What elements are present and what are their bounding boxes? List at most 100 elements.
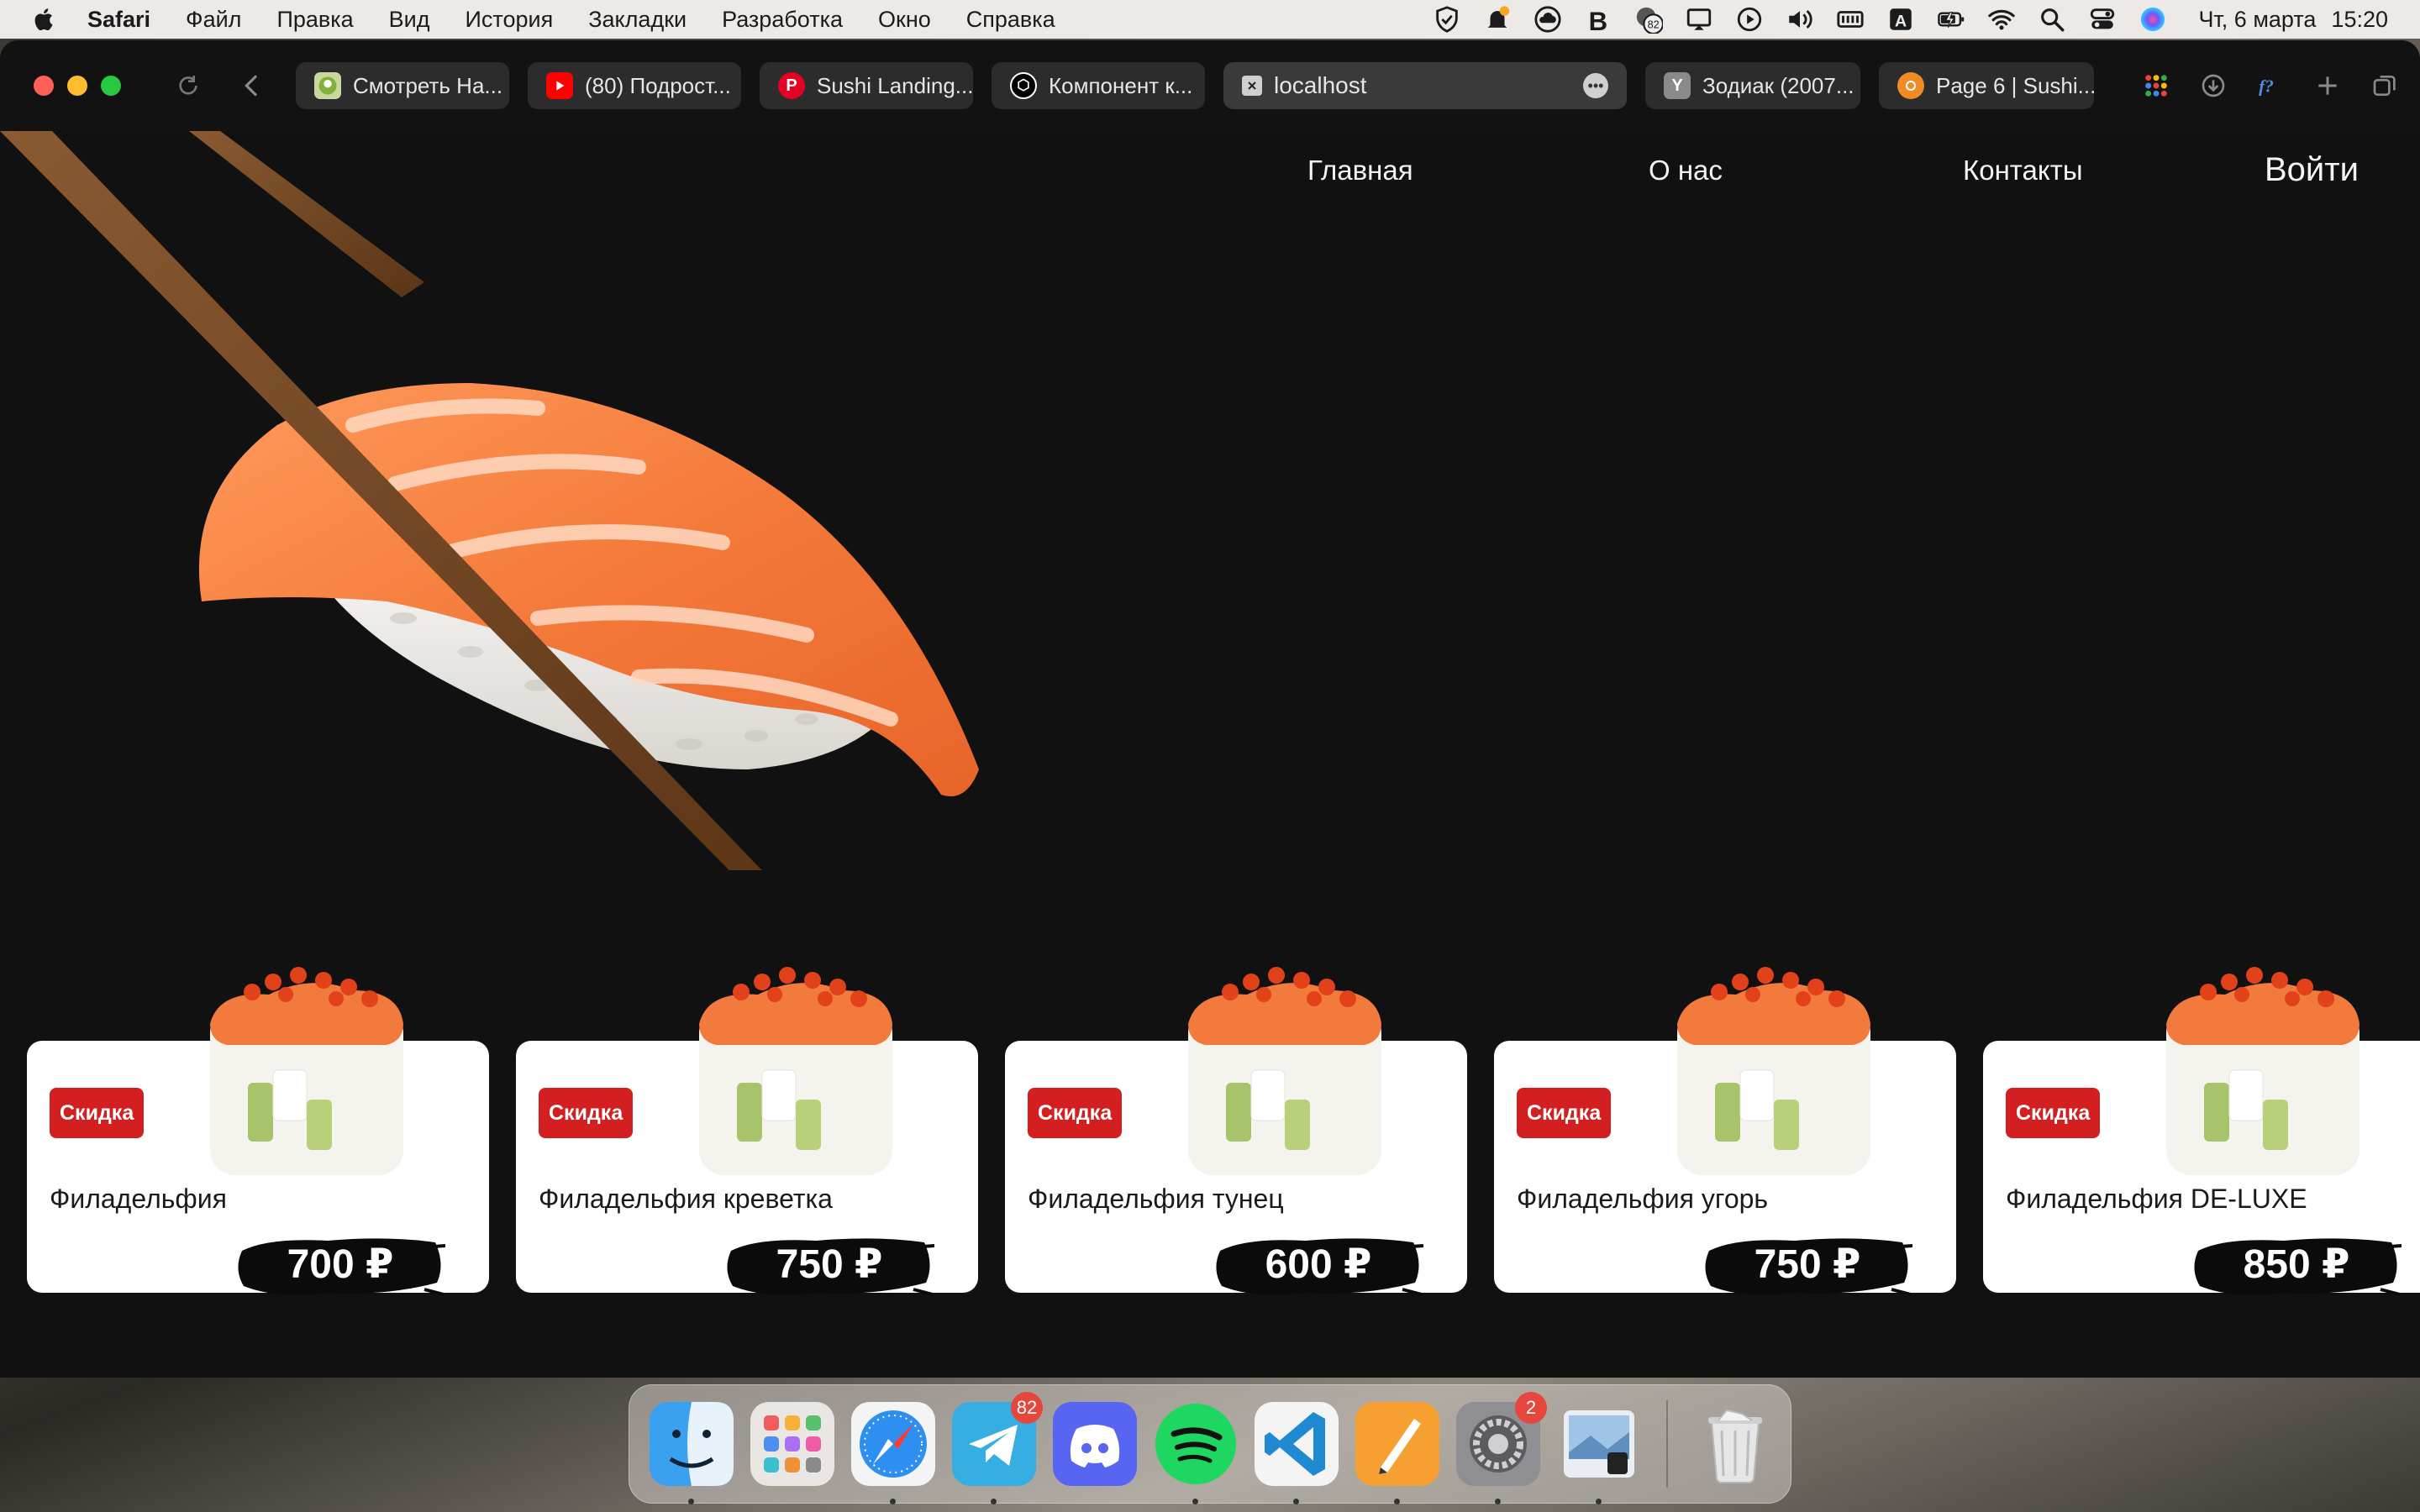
- back-button[interactable]: [235, 69, 269, 102]
- product-card[interactable]: Скидка Филадельфия тунец 600 ₽: [1005, 967, 1467, 1296]
- roll-image: [1677, 967, 1870, 1175]
- roll-image: [1188, 967, 1381, 1175]
- siri-icon[interactable]: [2138, 4, 2168, 34]
- menu-window[interactable]: Окно: [878, 7, 931, 33]
- notification-bell-icon[interactable]: [1482, 4, 1512, 34]
- vpn-shield-icon[interactable]: [1432, 4, 1462, 34]
- menu-app-safari[interactable]: Safari: [87, 7, 150, 33]
- battery-status-icon[interactable]: 82: [1634, 4, 1664, 34]
- menu-view[interactable]: Вид: [389, 7, 430, 33]
- svg-text:B: B: [1589, 7, 1608, 34]
- product-price: 850 ₽: [2243, 1242, 2350, 1287]
- tab-overview-icon[interactable]: [2368, 69, 2402, 102]
- running-indicator: [1596, 1499, 1602, 1504]
- menubar-clock[interactable]: Чт, 6 марта 15:20: [2198, 7, 2388, 33]
- price-tag: 750 ₽: [724, 1231, 934, 1306]
- tab-youtube[interactable]: (80) Подрост...: [528, 62, 741, 109]
- dock-safari-icon[interactable]: [851, 1402, 935, 1504]
- menu-edit[interactable]: Правка: [276, 7, 353, 33]
- product-card[interactable]: Скидка Филадельфия креветка 750 ₽: [516, 967, 978, 1296]
- nav-login-button[interactable]: Войти: [2265, 151, 2359, 189]
- dock-discord-icon[interactable]: [1053, 1402, 1137, 1486]
- tab-zodiak[interactable]: Y Зодиак (2007...: [1645, 62, 1860, 109]
- battery-charging-icon[interactable]: [1936, 4, 1966, 34]
- discount-badge: Скидка: [2006, 1088, 2101, 1138]
- window-zoom-button[interactable]: [101, 76, 121, 96]
- svg-text:f?: f?: [2259, 76, 2274, 96]
- discount-badge: Скидка: [50, 1088, 145, 1138]
- spotlight-search-icon[interactable]: [2037, 4, 2067, 34]
- apple-menu-icon[interactable]: [32, 7, 57, 32]
- nav-home-link[interactable]: Главная: [1307, 155, 1413, 186]
- page-menu-icon[interactable]: •••: [1583, 73, 1608, 98]
- running-indicator: [1394, 1499, 1400, 1504]
- product-title: Филадельфия тунец: [1028, 1184, 1284, 1214]
- dock-telegram-icon[interactable]: 82: [952, 1392, 1043, 1504]
- roll-image: [699, 967, 892, 1175]
- downloads-icon[interactable]: [2196, 69, 2230, 102]
- product-card[interactable]: Скидка Филадельфия DE-LUXE 850 ₽: [1983, 967, 2420, 1296]
- roll-image: [2166, 967, 2360, 1175]
- menu-bar: Safari Файл Правка Вид История Закладки …: [0, 0, 2420, 39]
- tab-sushi-landing[interactable]: P Sushi Landing...: [760, 62, 973, 109]
- extensions-grid-icon[interactable]: [2139, 69, 2173, 102]
- clock-time: 15:20: [2331, 6, 2388, 32]
- hero-nigiri-image: [0, 131, 979, 870]
- toolbar-right: f?: [2116, 40, 2402, 131]
- dock: 82 2: [629, 1384, 1791, 1504]
- product-card[interactable]: Скидка Филадельфия 700 ₽: [27, 967, 489, 1296]
- dock-spotify-icon[interactable]: [1154, 1402, 1238, 1504]
- running-indicator: [991, 1499, 997, 1504]
- menu-help[interactable]: Справка: [966, 7, 1055, 33]
- cloud-icon[interactable]: [1533, 4, 1563, 34]
- menu-develop[interactable]: Разработка: [722, 7, 843, 33]
- figma-icon: [1897, 72, 1924, 99]
- menu-history[interactable]: История: [466, 7, 554, 33]
- window-close-button[interactable]: [34, 76, 54, 96]
- control-center-icon[interactable]: [2087, 4, 2118, 34]
- openai-icon: [1010, 72, 1037, 99]
- price-tag: 700 ₽: [235, 1231, 445, 1306]
- tab-component[interactable]: Компонент к...: [992, 62, 1205, 109]
- product-cards: Скидка Филадельфия 700 ₽ Скидка Филадель…: [27, 967, 2420, 1296]
- nav-contacts-link[interactable]: Контакты: [1963, 155, 2083, 186]
- dock-launchpad-icon[interactable]: [750, 1402, 834, 1486]
- dock-system-settings-icon[interactable]: 2: [1456, 1392, 1547, 1504]
- keyboard-layout-icon[interactable]: A: [1886, 4, 1916, 34]
- new-tab-plus-icon[interactable]: [2311, 69, 2344, 102]
- menu-file[interactable]: Файл: [186, 7, 241, 33]
- tab-localhost-active[interactable]: localhost •••: [1223, 62, 1627, 109]
- dock-pages-icon[interactable]: [1355, 1402, 1439, 1504]
- tab-smotret[interactable]: Смотреть На...: [296, 62, 509, 109]
- dock-preview-icon[interactable]: [1557, 1402, 1641, 1504]
- wifi-icon[interactable]: [1986, 4, 2017, 34]
- menu-bookmarks[interactable]: Закладки: [588, 7, 687, 33]
- running-indicator: [890, 1499, 896, 1504]
- browser-toolbar: Смотреть На... (80) Подрост... P Sushi L…: [0, 40, 2420, 131]
- product-card[interactable]: Скидка Филадельфия угорь 750 ₽: [1494, 967, 1956, 1296]
- memory-icon[interactable]: [1835, 4, 1865, 34]
- price-tag: 850 ₽: [2191, 1231, 2402, 1306]
- price-tag: 600 ₽: [1213, 1231, 1423, 1306]
- dock-trash-icon[interactable]: [1693, 1402, 1777, 1486]
- dock-vscode-icon[interactable]: [1255, 1402, 1339, 1504]
- price-tag: 750 ₽: [1702, 1231, 1912, 1306]
- screen-mirroring-icon[interactable]: [1684, 4, 1714, 34]
- now-playing-icon[interactable]: [1734, 4, 1765, 34]
- dock-finder-icon[interactable]: [650, 1402, 734, 1504]
- window-minimize-button[interactable]: [67, 76, 87, 96]
- product-title: Филадельфия DE-LUXE: [2006, 1184, 2307, 1214]
- function-extension-icon[interactable]: f?: [2254, 69, 2287, 102]
- dock-separator: [1666, 1400, 1668, 1488]
- nav-about-link[interactable]: О нас: [1649, 155, 1723, 186]
- running-indicator: [1495, 1499, 1501, 1504]
- tab-label: Компонент к...: [1049, 72, 1193, 98]
- tab-figma-page6[interactable]: Page 6 | Sushi...: [1879, 62, 2094, 109]
- window-controls: [34, 76, 134, 96]
- tab-label: Зодиак (2007...: [1702, 72, 1854, 98]
- address-bar-url[interactable]: localhost: [1274, 72, 1367, 99]
- safari-window: Смотреть На... (80) Подрост... P Sushi L…: [0, 40, 2420, 1378]
- volume-icon[interactable]: [1785, 4, 1815, 34]
- reload-button[interactable]: [171, 69, 205, 102]
- bold-b-icon[interactable]: B: [1583, 4, 1613, 34]
